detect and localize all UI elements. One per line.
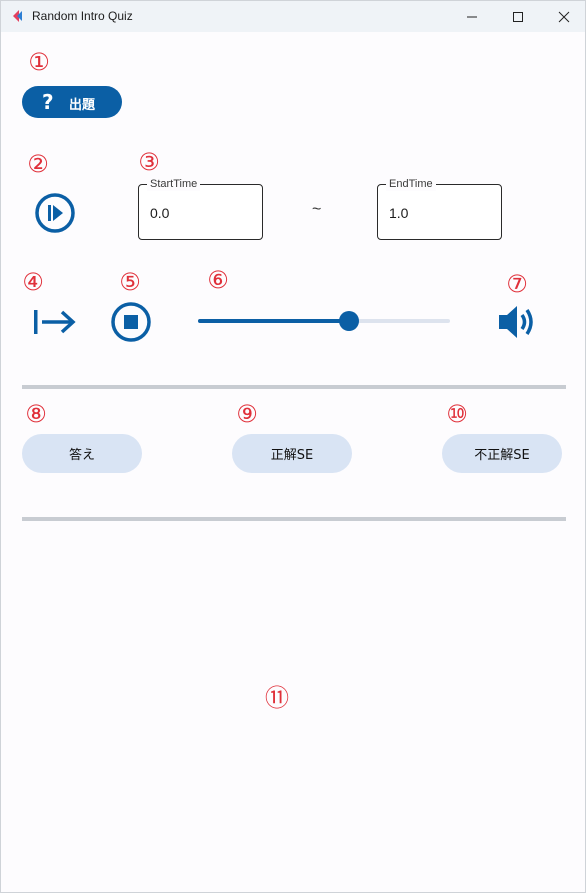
range-separator: ~ xyxy=(312,201,322,218)
marker-6: ⑥ xyxy=(207,266,229,294)
marker-4: ④ xyxy=(22,268,44,296)
volume-slider[interactable] xyxy=(198,311,450,331)
marker-8: ⑧ xyxy=(25,400,47,428)
answer-button[interactable]: 答え xyxy=(22,434,142,473)
marker-7: ⑦ xyxy=(506,270,528,298)
marker-11: ⑪ xyxy=(265,684,289,712)
minimize-button[interactable] xyxy=(449,1,495,32)
close-icon xyxy=(558,11,570,22)
divider-top xyxy=(22,385,566,389)
minimize-icon xyxy=(467,16,477,17)
close-button[interactable] xyxy=(541,1,586,32)
incorrect-se-button[interactable]: 不正解SE xyxy=(442,434,562,473)
end-time-input[interactable] xyxy=(389,203,489,223)
end-time-field[interactable]: EndTime xyxy=(377,177,502,240)
marker-2: ② xyxy=(27,150,49,178)
start-time-field[interactable]: StartTime xyxy=(138,177,263,240)
window-title: Random Intro Quiz xyxy=(32,9,133,23)
marker-1: ① xyxy=(28,48,50,76)
marker-5: ⑤ xyxy=(119,268,141,296)
app-icon xyxy=(13,10,22,22)
divider-bottom xyxy=(22,517,566,521)
skip-to-end-icon[interactable] xyxy=(32,308,78,336)
ask-question-label: 出題 xyxy=(69,98,96,113)
speaker-icon[interactable] xyxy=(497,304,537,340)
ask-question-button[interactable]: ? 出題 xyxy=(22,86,122,118)
marker-10: ⑩ xyxy=(446,400,468,428)
correct-se-button[interactable]: 正解SE xyxy=(232,434,352,473)
title-bar: Random Intro Quiz xyxy=(1,1,585,32)
start-time-input[interactable] xyxy=(150,203,250,223)
maximize-button[interactable] xyxy=(495,1,541,32)
volume-slider-thumb[interactable] xyxy=(339,311,360,331)
stop-circle-icon[interactable] xyxy=(110,301,152,343)
marker-9: ⑨ xyxy=(236,400,258,428)
end-time-label: EndTime xyxy=(386,177,436,191)
play-circle-icon[interactable] xyxy=(34,192,76,234)
marker-3: ③ xyxy=(138,148,160,176)
question-icon: ? xyxy=(42,90,54,114)
app-window: Random Intro Quiz ① ? 出題 ② ③ StartTime ~… xyxy=(0,0,586,893)
volume-slider-fill xyxy=(198,319,350,323)
start-time-label: StartTime xyxy=(147,177,201,191)
maximize-icon xyxy=(513,11,523,22)
